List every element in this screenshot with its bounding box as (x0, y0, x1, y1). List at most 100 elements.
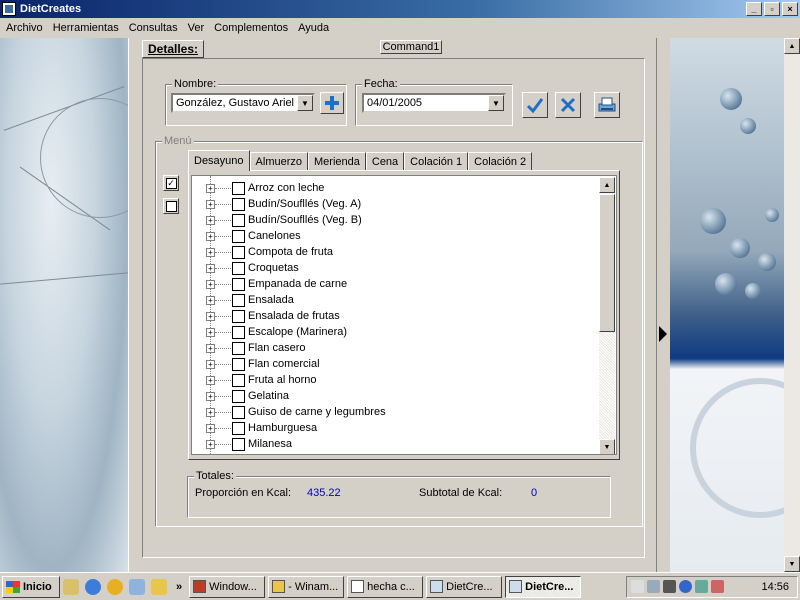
tab-colacion-1[interactable]: Colación 1 (404, 152, 469, 171)
command1-button[interactable]: Command1 (380, 40, 442, 54)
quicklaunch-media-icon[interactable] (107, 578, 123, 595)
list-item[interactable]: + Canelones (192, 228, 592, 244)
device-icon[interactable] (663, 580, 676, 593)
expand-plus-icon[interactable]: + (206, 263, 215, 273)
list-item[interactable]: + Compota de fruta (192, 244, 592, 260)
quicklaunch-app-icon[interactable] (129, 578, 145, 595)
expand-plus-icon[interactable]: + (206, 295, 215, 305)
menu-ayuda[interactable]: Ayuda (294, 22, 335, 34)
item-checkbox[interactable] (232, 181, 245, 195)
expand-plus-icon[interactable]: + (206, 247, 215, 257)
menu-archivo[interactable]: Archivo (2, 22, 49, 34)
item-checkbox[interactable] (232, 341, 245, 355)
expand-plus-icon[interactable]: + (206, 391, 215, 401)
item-checkbox[interactable] (232, 373, 245, 387)
list-item[interactable]: + Milanesa (192, 436, 592, 452)
expand-plus-icon[interactable]: + (206, 327, 215, 337)
task-dietcreates-1[interactable]: DietCre... (426, 575, 503, 598)
tree-scroll-down-icon[interactable]: ▼ (599, 439, 615, 454)
add-person-button[interactable] (320, 92, 344, 114)
list-item[interactable]: + Ensalada de frutas (192, 308, 592, 324)
tab-cena[interactable]: Cena (365, 152, 405, 171)
security-icon[interactable] (695, 580, 708, 593)
expand-plus-icon[interactable]: + (206, 183, 215, 193)
quicklaunch-more-chevron[interactable]: » (176, 581, 182, 593)
quicklaunch-ie-icon[interactable] (85, 578, 101, 595)
item-checkbox[interactable] (232, 389, 245, 403)
expand-plus-icon[interactable]: + (206, 343, 215, 353)
food-tree[interactable]: + Arroz con leche + Budín/Soufllés (Veg. A)… (191, 175, 617, 455)
item-checkbox[interactable] (232, 309, 245, 323)
bluetooth-icon[interactable] (679, 580, 692, 593)
menu-ver[interactable]: Ver (184, 22, 211, 34)
list-item[interactable]: + Gelatina (192, 388, 592, 404)
item-checkbox[interactable] (232, 325, 245, 339)
confirm-button[interactable] (522, 92, 548, 118)
expand-plus-icon[interactable]: + (206, 375, 215, 385)
list-item[interactable]: + Guiso de carne y legumbres (192, 404, 592, 420)
item-checkbox[interactable] (232, 245, 245, 259)
tab-desayuno[interactable]: Desayuno (188, 150, 250, 171)
update-icon[interactable] (711, 580, 724, 593)
tab-almuerzo[interactable]: Almuerzo (249, 152, 309, 171)
expand-plus-icon[interactable]: + (206, 407, 215, 417)
food-tree-scrollbar[interactable]: ▲ ▼ (599, 177, 615, 454)
menu-consultas[interactable]: Consultas (125, 22, 184, 34)
nombre-combo[interactable]: González, Gustavo Ariel ▼ (171, 93, 315, 113)
quicklaunch-desktop-icon[interactable] (63, 578, 79, 595)
start-button[interactable]: Inicio (2, 575, 60, 598)
item-checkbox[interactable] (232, 357, 245, 371)
cancel-button[interactable] (555, 92, 581, 118)
list-item[interactable]: + Flan comercial (192, 356, 592, 372)
scroll-up-arrow-icon[interactable]: ▲ (784, 38, 800, 54)
nombre-dropdown-arrow-icon[interactable]: ▼ (297, 95, 313, 111)
menu-complementos[interactable]: Complementos (210, 22, 294, 34)
scroll-down-arrow-icon[interactable]: ▼ (784, 556, 800, 572)
tab-colacion-2[interactable]: Colación 2 (468, 152, 533, 171)
list-item[interactable]: + Hamburguesa (192, 420, 592, 436)
print-button[interactable] (594, 92, 620, 118)
tab-merienda[interactable]: Merienda (308, 152, 366, 171)
window-scrollbar[interactable]: ▲ ▼ (784, 38, 800, 572)
item-checkbox[interactable] (232, 421, 245, 435)
task-search[interactable]: hecha c... (347, 575, 424, 598)
expand-plus-icon[interactable]: + (206, 439, 215, 449)
list-item[interactable]: + Flan casero (192, 340, 592, 356)
list-item[interactable]: + Ensalada (192, 292, 592, 308)
minimize-button[interactable]: _ (746, 2, 762, 16)
expand-plus-icon[interactable]: + (206, 423, 215, 433)
network-icon[interactable] (647, 580, 660, 593)
list-item[interactable]: + Budín/Soufllés (Veg. B) (192, 212, 592, 228)
expand-plus-icon[interactable]: + (206, 311, 215, 321)
item-checkbox[interactable] (232, 437, 245, 451)
fecha-combo[interactable]: 04/01/2005 ▼ (362, 93, 506, 113)
task-dietcreates-2[interactable]: DietCre... (505, 575, 582, 598)
uncheck-all-button[interactable] (163, 198, 179, 214)
list-item[interactable]: + Fruta al horno (192, 372, 592, 388)
expand-plus-icon[interactable]: + (206, 279, 215, 289)
check-all-button[interactable]: ✓ (163, 175, 179, 191)
item-checkbox[interactable] (232, 277, 245, 291)
menu-herramientas[interactable]: Herramientas (49, 22, 125, 34)
list-item[interactable]: + Croquetas (192, 260, 592, 276)
fecha-dropdown-arrow-icon[interactable]: ▼ (488, 95, 504, 111)
item-checkbox[interactable] (232, 197, 245, 211)
expand-plus-icon[interactable]: + (206, 359, 215, 369)
tab-detalles[interactable]: Detalles: (142, 40, 204, 58)
volume-icon[interactable] (631, 580, 644, 593)
expand-plus-icon[interactable]: + (206, 199, 215, 209)
maximize-button[interactable]: ▫ (764, 2, 780, 16)
item-checkbox[interactable] (232, 229, 245, 243)
splitter[interactable] (656, 38, 670, 572)
list-item[interactable]: + Budín/Soufllés (Veg. A) (192, 196, 592, 212)
close-button[interactable]: × (782, 2, 798, 16)
tree-scroll-thumb[interactable] (599, 194, 615, 332)
item-checkbox[interactable] (232, 261, 245, 275)
item-checkbox[interactable] (232, 405, 245, 419)
expand-plus-icon[interactable]: + (206, 231, 215, 241)
task-winamp[interactable]: - Winam... (268, 575, 345, 598)
expand-plus-icon[interactable]: + (206, 215, 215, 225)
item-checkbox[interactable] (232, 213, 245, 227)
item-checkbox[interactable] (232, 293, 245, 307)
list-item[interactable]: + Arroz con leche (192, 180, 592, 196)
